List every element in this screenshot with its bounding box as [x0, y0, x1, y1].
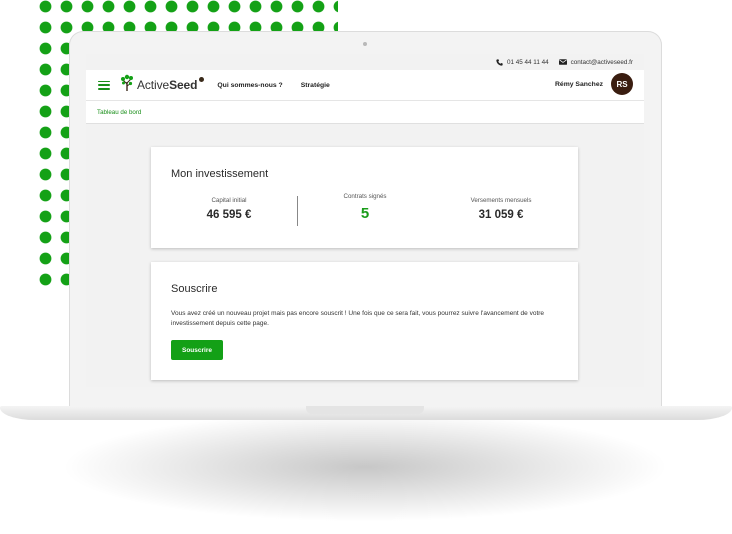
- nav-link-strategy[interactable]: Stratégie: [301, 82, 330, 89]
- stat-label: Contrats signés: [343, 193, 387, 200]
- email-contact[interactable]: contact@activeseed.fr: [558, 58, 633, 66]
- phone-contact[interactable]: 01 45 44 11 44: [496, 59, 549, 66]
- brand-name: ActiveSeed: [137, 77, 205, 92]
- subscribe-button[interactable]: Souscrire: [171, 340, 223, 360]
- brand-logo[interactable]: ActiveSeed: [120, 74, 205, 97]
- contact-bar: 01 45 44 11 44 contact@activeseed.fr: [86, 54, 644, 70]
- stat-initial-capital: Capital initial 46 595 €: [159, 197, 299, 221]
- laptop-shadow: [60, 412, 670, 522]
- phone-number: 01 45 44 11 44: [507, 58, 549, 66]
- user-menu[interactable]: Rémy Sanchez RS: [555, 73, 633, 95]
- subscribe-description: Vous avez créé un nouveau projet mais pa…: [171, 310, 545, 327]
- breadcrumb-bar: Tableau de bord: [86, 101, 644, 124]
- nav-link-about[interactable]: Qui sommes-nous ?: [217, 82, 282, 89]
- laptop-screen: 01 45 44 11 44 contact@activeseed.fr Act…: [86, 54, 644, 387]
- investment-title: Mon investissement: [171, 168, 269, 180]
- laptop-notch: [306, 406, 424, 414]
- email-address: contact@activeseed.fr: [570, 58, 633, 66]
- avatar[interactable]: RS: [611, 73, 633, 95]
- subscribe-card: Souscrire Vous avez créé un nouveau proj…: [151, 262, 578, 380]
- mail-icon: [558, 59, 567, 65]
- stat-monthly-payments: Versements mensuels 31 059 €: [431, 197, 571, 221]
- stat-value: 31 059 €: [478, 209, 524, 221]
- stat-label: Capital initial: [211, 197, 247, 204]
- investment-card: Mon investissement Capital initial 46 59…: [151, 147, 578, 248]
- stat-value: 5: [360, 205, 370, 222]
- menu-icon[interactable]: [98, 80, 110, 90]
- breadcrumb[interactable]: Tableau de bord: [97, 109, 141, 116]
- registered-mark: [199, 77, 205, 82]
- phone-icon: [496, 58, 503, 66]
- stat-label: Versements mensuels: [470, 197, 532, 204]
- subscribe-title: Souscrire: [171, 283, 218, 295]
- stat-value: 46 595 €: [206, 209, 252, 221]
- tree-logo-icon: [120, 74, 134, 97]
- laptop-camera: [363, 42, 367, 46]
- navbar: ActiveSeed Qui sommes-nous ? Stratégie R…: [86, 70, 644, 101]
- stat-signed-contracts: Contrats signés 5: [295, 193, 435, 222]
- user-name: Rémy Sanchez: [555, 80, 603, 88]
